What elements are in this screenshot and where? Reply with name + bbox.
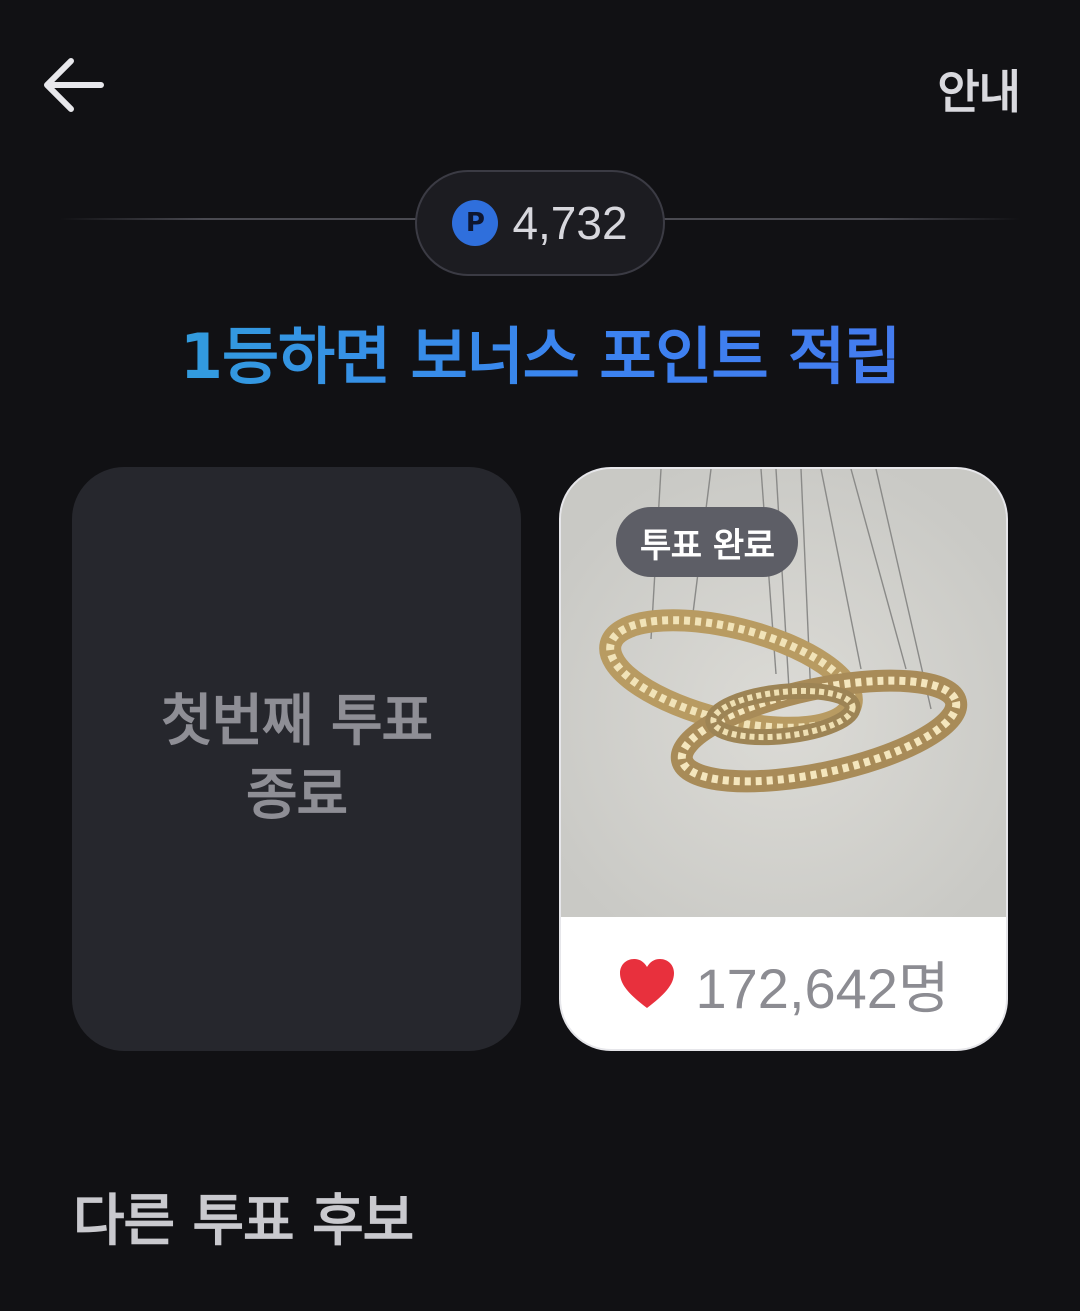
voted-candidate-card[interactable]: 투표 완료 172,642명 bbox=[559, 467, 1008, 1051]
heart-icon bbox=[619, 959, 674, 1008]
likes-row: 172,642명 bbox=[561, 917, 1006, 1049]
info-link[interactable]: 안내 bbox=[937, 56, 1021, 122]
card-label-line1: 첫번째 투표 bbox=[160, 689, 433, 754]
vote-count: 172,642명 bbox=[695, 956, 950, 1020]
chandelier-image: 투표 완료 bbox=[561, 469, 1006, 917]
points-value: 4,732 bbox=[512, 197, 628, 249]
vote-complete-badge: 투표 완료 bbox=[616, 507, 799, 577]
bonus-promo-text: 1등하면 보너스 포인트 적립 bbox=[0, 306, 1080, 396]
arrow-left-icon bbox=[44, 58, 104, 112]
points-balance-pill[interactable]: P 4,732 bbox=[415, 170, 665, 276]
back-button[interactable] bbox=[36, 50, 110, 120]
first-vote-ended-card: 첫번째 투표 종료 bbox=[72, 467, 521, 1051]
point-icon: P bbox=[452, 200, 499, 246]
card-label-line2: 종료 bbox=[245, 763, 348, 828]
other-candidates-heading: 다른 투표 후보 bbox=[73, 1189, 414, 1254]
top-bar: 안내 bbox=[0, 0, 1080, 170]
